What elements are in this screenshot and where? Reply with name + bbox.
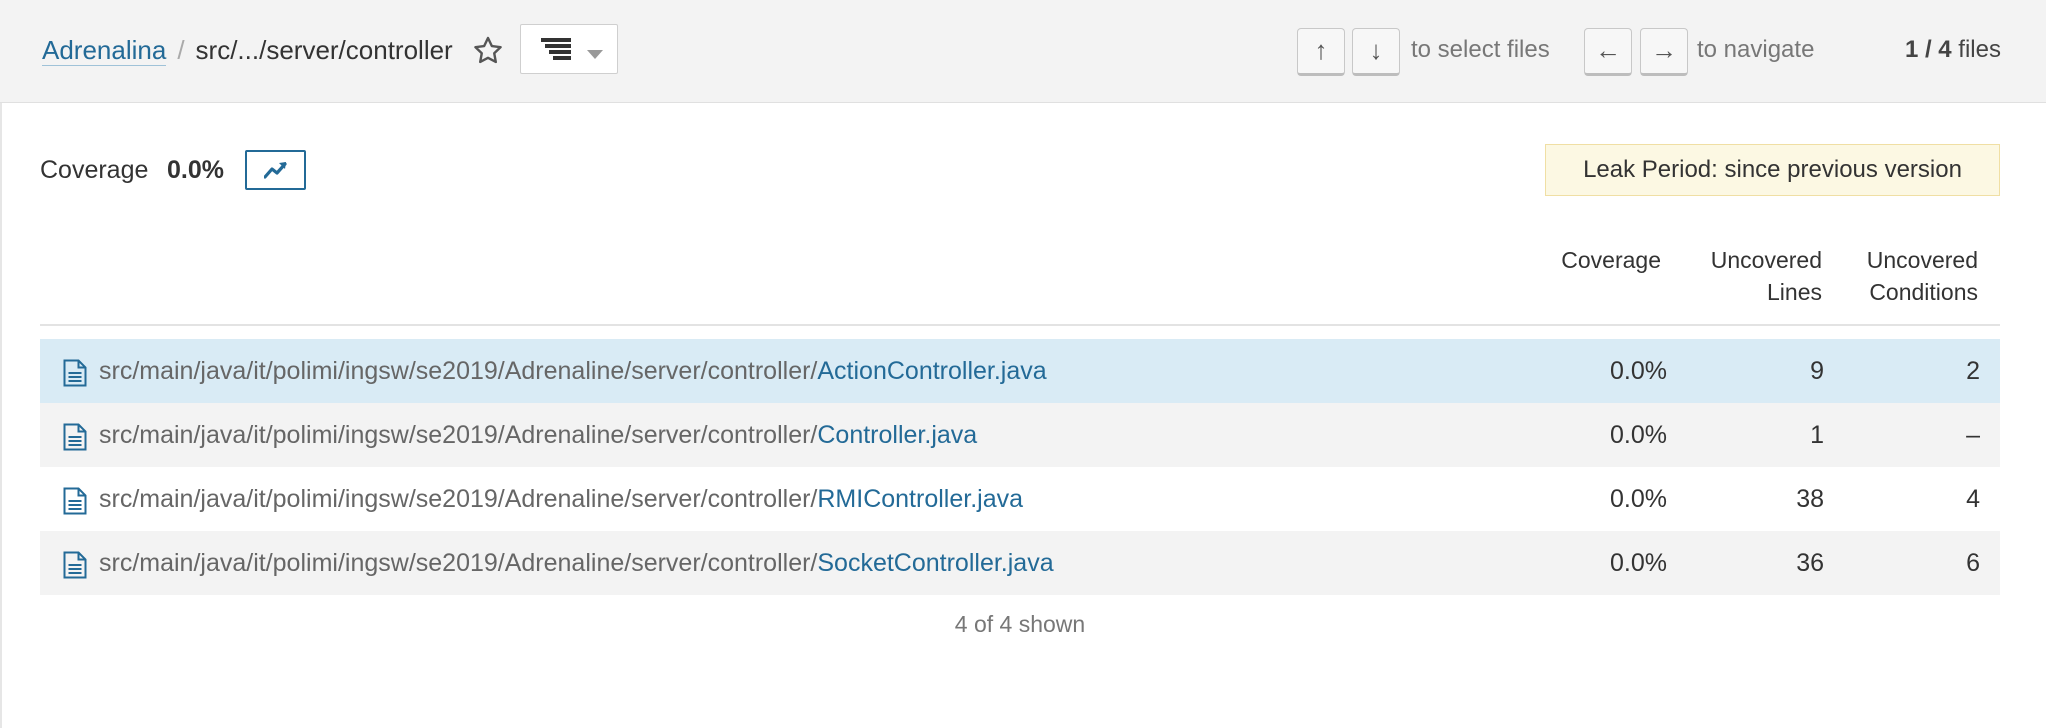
files-position: 1 / 4: [1904, 36, 1952, 63]
table-row[interactable]: src/main/java/it/polimi/ingsw/se2019/Adr…: [40, 531, 2000, 595]
table-row[interactable]: src/main/java/it/polimi/ingsw/se2019/Adr…: [40, 339, 2000, 403]
uncovered-conditions-cell[interactable]: 6: [1966, 547, 1980, 579]
top-toolbar: Adrenalina / src/.../server/controller ↑ ↓…: [0, 0, 2046, 103]
table-header-divider: [40, 324, 2000, 326]
file-path[interactable]: src/main/java/it/polimi/ingsw/se2019/Adr…: [99, 355, 1047, 387]
file-name-link[interactable]: SocketController.java: [817, 549, 1053, 577]
shown-count: 4 of 4 shown: [954, 611, 1086, 637]
uncovered-lines-cell[interactable]: 1: [1810, 419, 1824, 451]
measure-value: 0.0%: [167, 156, 224, 184]
measure-history-button[interactable]: [245, 150, 306, 190]
coverage-cell: 0.0%: [1610, 549, 1667, 577]
file-name-link[interactable]: ActionController.java: [817, 357, 1046, 385]
caret-down-icon: [587, 46, 603, 64]
breadcrumb-project-link[interactable]: Adrenalina: [42, 35, 167, 66]
file-directory: src/main/java/it/polimi/ingsw/se2019/Adr…: [99, 549, 818, 577]
view-mode-select[interactable]: [520, 24, 618, 74]
trend-chart-icon: [264, 162, 287, 179]
down-arrow-key: ↓: [1352, 28, 1400, 76]
leak-period-banner: Leak Period: since previous version: [1545, 144, 2000, 196]
files-counter: 1 / 4 files: [1905, 33, 2001, 67]
file-directory: src/main/java/it/polimi/ingsw/se2019/Adr…: [99, 357, 818, 385]
file-path[interactable]: src/main/java/it/polimi/ingsw/se2019/Adr…: [99, 483, 1023, 515]
column-header-coverage-label: Coverage: [1561, 247, 1661, 273]
column-header-uncovered-lines-line2: Lines: [1767, 279, 1822, 305]
breadcrumb-separator: /: [177, 35, 185, 65]
measure-label: Coverage: [40, 156, 149, 184]
file-icon: [63, 487, 87, 520]
uncovered-conditions-cell: –: [1966, 421, 1980, 449]
right-arrow-key: →: [1640, 28, 1688, 76]
select-files-hint: to select files: [1411, 36, 1550, 63]
table-row[interactable]: src/main/java/it/polimi/ingsw/se2019/Adr…: [40, 467, 2000, 531]
uncovered-lines-cell[interactable]: 9: [1810, 355, 1824, 387]
coverage-cell: 0.0%: [1610, 421, 1667, 449]
breadcrumb-current-directory: src/.../server/controller: [195, 35, 453, 65]
star-outline-icon[interactable]: [471, 34, 505, 68]
uncovered-lines-cell[interactable]: 36: [1796, 547, 1824, 579]
file-path[interactable]: src/main/java/it/polimi/ingsw/se2019/Adr…: [99, 547, 1054, 579]
coverage-cell: 0.0%: [1610, 357, 1667, 385]
column-header-uncovered-lines[interactable]: Uncovered Lines: [1711, 244, 1822, 308]
uncovered-conditions-cell[interactable]: 2: [1966, 355, 1980, 387]
file-directory: src/main/java/it/polimi/ingsw/se2019/Adr…: [99, 421, 818, 449]
table-row[interactable]: src/main/java/it/polimi/ingsw/se2019/Adr…: [40, 403, 2000, 467]
uncovered-conditions-cell[interactable]: 4: [1966, 483, 1980, 515]
file-icon: [63, 423, 87, 456]
column-header-uncovered-conditions-line2: Conditions: [1869, 279, 1978, 305]
files-label: files: [1951, 36, 2001, 63]
file-name-link[interactable]: Controller.java: [817, 421, 977, 449]
file-path[interactable]: src/main/java/it/polimi/ingsw/se2019/Adr…: [99, 419, 977, 451]
breadcrumb: Adrenalina / src/.../server/controller: [42, 33, 453, 67]
file-directory: src/main/java/it/polimi/ingsw/se2019/Adr…: [99, 485, 818, 513]
tree-list-icon: [541, 38, 573, 65]
column-header-coverage[interactable]: Coverage: [1561, 244, 1661, 276]
uncovered-lines-cell[interactable]: 38: [1796, 483, 1824, 515]
file-icon: [63, 551, 87, 584]
file-icon: [63, 359, 87, 392]
column-header-uncovered-conditions-line1: Uncovered: [1866, 247, 1978, 273]
column-header-uncovered-lines-line1: Uncovered: [1710, 247, 1822, 273]
navigate-hint: to navigate: [1697, 36, 1815, 63]
column-header-uncovered-conditions[interactable]: Uncovered Conditions: [1867, 244, 1978, 308]
file-name-link[interactable]: RMIController.java: [817, 485, 1023, 513]
coverage-cell: 0.0%: [1610, 485, 1667, 513]
up-arrow-key: ↑: [1297, 28, 1345, 76]
left-arrow-key: ←: [1584, 28, 1632, 76]
